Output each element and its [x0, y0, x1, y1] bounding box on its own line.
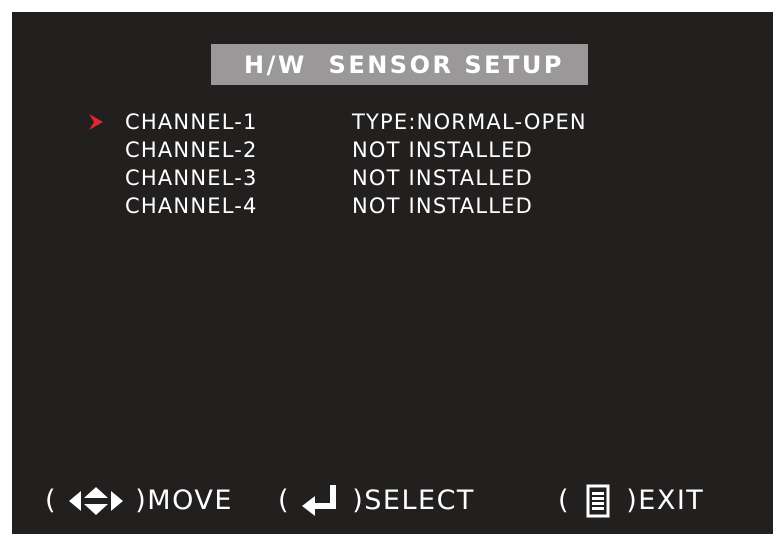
channel-row-2[interactable]: CHANNEL-2 NOT INSTALLED — [12, 136, 773, 164]
arrow-keys-icon — [69, 486, 124, 515]
channel-label: CHANNEL-2 — [125, 138, 258, 162]
channel-row-3[interactable]: CHANNEL-3 NOT INSTALLED — [12, 164, 773, 192]
channel-label: CHANNEL-4 — [125, 194, 258, 218]
channel-status[interactable]: TYPE:NORMAL-OPEN — [352, 108, 587, 136]
channel-row-1[interactable]: CHANNEL-1 TYPE:NORMAL-OPEN — [12, 108, 773, 136]
channel-status[interactable]: NOT INSTALLED — [352, 164, 533, 192]
paren-close: ) — [352, 484, 365, 516]
paren-open: ( — [45, 484, 58, 516]
paren-open: ( — [278, 484, 291, 516]
exit-label: EXIT — [638, 484, 705, 516]
paren-close: ) — [626, 484, 639, 516]
move-label: MOVE — [147, 484, 233, 516]
channel-row-4[interactable]: CHANNEL-4 NOT INSTALLED — [12, 192, 773, 220]
enter-icon — [302, 484, 337, 516]
channel-label: CHANNEL-1 — [125, 110, 258, 134]
menu-icon — [586, 484, 610, 517]
channel-status[interactable]: NOT INSTALLED — [352, 192, 533, 220]
channel-label: CHANNEL-3 — [125, 166, 258, 190]
menu-title: H/W SENSOR SETUP — [244, 51, 564, 79]
selection-cursor-icon — [89, 114, 103, 130]
paren-close: ) — [135, 484, 148, 516]
select-label: SELECT — [364, 484, 475, 516]
footer-exit-hint: ( )EXIT — [558, 480, 704, 520]
channel-status[interactable]: NOT INSTALLED — [352, 136, 533, 164]
footer-move-hint: ( )MOVE — [45, 480, 233, 520]
paren-open: ( — [558, 484, 571, 516]
footer-select-hint: ( )SELECT — [278, 480, 475, 520]
osd-screen: H/W SENSOR SETUP CHANNEL-1 TYPE:NORMAL-O… — [12, 12, 773, 534]
